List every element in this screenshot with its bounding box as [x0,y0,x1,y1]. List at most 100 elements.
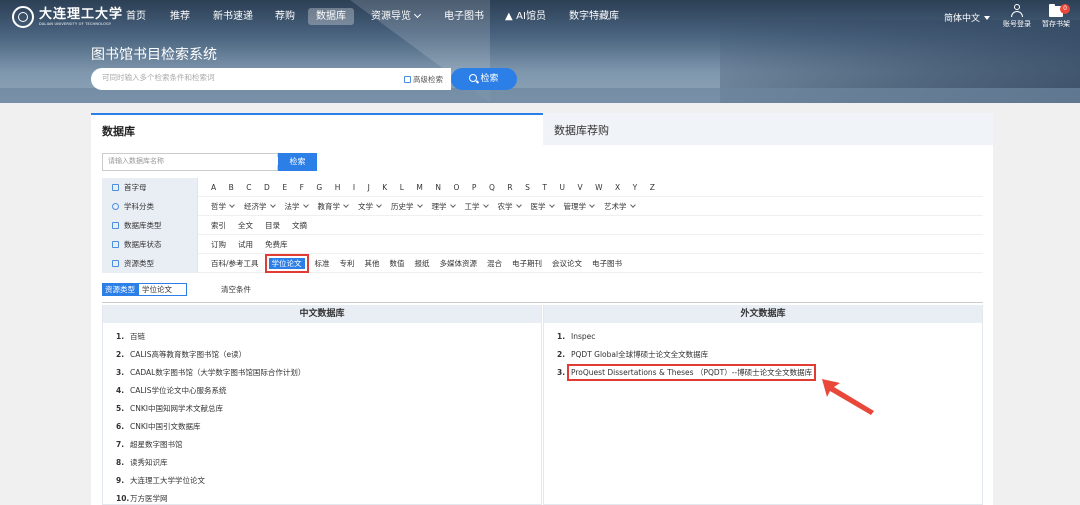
list-item-title[interactable]: 读秀知识库 [130,458,168,467]
subject-option[interactable]: 哲学 [211,202,235,211]
nav-item-home[interactable]: 首页 [126,9,146,25]
list-item[interactable]: 7. 超星数字图书馆 [116,437,541,455]
initial-option[interactable]: F [300,183,304,192]
subject-option[interactable]: 历史学 [391,202,423,211]
language-selector[interactable]: 简体中文 [944,11,991,24]
resource-type-option[interactable]: 百科/参考工具 [211,259,259,268]
university-logo[interactable]: 大连理工大学 DALIAN UNIVERSITY OF TECHNOLOGY [12,6,123,28]
list-item-title[interactable]: 超星数字图书馆 [130,440,183,449]
list-item[interactable]: 6. CNKI中国引文数据库 [116,419,541,437]
list-item[interactable]: 9. 大连理工大学学位论文 [116,473,541,491]
list-item[interactable]: 4. CALIS学位论文中心服务系统 [116,383,541,401]
nav-item-digital-collection[interactable]: 数字特藏库 [569,9,619,25]
catalog-search-button[interactable]: 检索 [451,68,517,90]
initial-option[interactable]: Z [650,183,655,192]
db-search-input[interactable] [108,157,278,165]
resource-type-option[interactable]: 会议论文 [552,259,582,268]
nav-item-resource-guide[interactable]: 资源导览 [371,9,422,25]
db-status-option[interactable]: 试用 [238,240,253,249]
advanced-search-link[interactable]: 高级检索 [404,74,443,85]
list-item-title[interactable]: CNKI中国引文数据库 [130,422,200,431]
list-item[interactable]: 2. PQDT Global全球博硕士论文全文数据库 [557,347,982,365]
nav-item-new-books[interactable]: 新书速递 [213,9,253,25]
list-item-title[interactable]: CALIS学位论文中心服务系统 [130,386,227,395]
subject-option[interactable]: 理学 [432,202,456,211]
list-item[interactable]: 10.万方医学网 [116,491,541,505]
subject-option[interactable]: 经济学 [244,202,276,211]
nav-item-recommend[interactable]: 推荐 [170,9,190,25]
db-type-option[interactable]: 索引 [211,221,226,230]
list-item-title[interactable]: CNKI中国知网学术文献总库 [130,404,223,413]
nav-item-database[interactable]: 数据库 [308,8,354,25]
list-item[interactable]: 2. CALIS高等教育数字图书馆（e读） [116,347,541,365]
initial-option[interactable]: M [416,183,422,192]
nav-item-ai-librarian[interactable]: ▲ AI馆员 [505,9,546,25]
initial-option[interactable]: R [507,183,512,192]
initial-option[interactable]: P [472,183,477,192]
initial-option[interactable]: N [435,183,441,192]
nav-item-purchase[interactable]: 荐购 [275,9,295,25]
list-item[interactable]: 5. CNKI中国知网学术文献总库 [116,401,541,419]
list-item-title[interactable]: 百链 [130,332,145,341]
initial-option[interactable]: Y [633,183,638,192]
resource-type-option[interactable]: 标准 [315,259,330,268]
list-item-title[interactable]: PQDT Global全球博硕士论文全文数据库 [571,350,708,359]
initial-option[interactable]: O [454,183,460,192]
db-type-option[interactable]: 文摘 [292,221,307,230]
resource-type-option[interactable]: 电子图书 [592,259,622,268]
subject-option[interactable]: 教育学 [318,202,349,211]
subject-option[interactable]: 法学 [285,202,309,211]
resource-type-option[interactable]: 其他 [365,259,380,268]
subject-option[interactable]: 工学 [465,202,489,211]
resource-type-option[interactable]: 专利 [340,259,355,268]
initial-option[interactable]: V [577,183,582,192]
tab-database[interactable]: 数据库 [91,113,543,145]
initial-option[interactable]: S [525,183,530,192]
db-type-option[interactable]: 目录 [265,221,280,230]
resource-type-option[interactable]: 报纸 [415,259,430,268]
nav-item-ebooks[interactable]: 电子图书 [444,9,484,25]
list-item-title[interactable]: 万方医学网 [130,494,168,503]
catalog-search-input[interactable] [102,73,392,82]
resource-type-option[interactable]: 混合 [487,259,502,268]
initial-option[interactable]: G [316,183,322,192]
list-item-title[interactable]: Inspec [571,332,595,341]
subject-option[interactable]: 管理学 [564,202,595,211]
initial-option[interactable]: I [353,183,355,192]
db-status-option[interactable]: 免费库 [265,240,288,249]
resource-type-option[interactable]: 多媒体资源 [440,259,478,268]
initial-option[interactable]: X [615,183,620,192]
initial-option[interactable]: B [229,183,234,192]
initial-option[interactable]: H [335,183,341,192]
subject-option[interactable]: 文学 [358,202,382,211]
db-type-option[interactable]: 全文 [238,221,253,230]
resource-type-option[interactable]: 学位论文 [264,254,309,273]
initial-option[interactable]: K [382,183,387,192]
initial-option[interactable]: U [559,183,565,192]
initial-option[interactable]: E [282,183,287,192]
initial-option[interactable]: W [595,183,602,192]
list-item-title[interactable]: CALIS高等教育数字图书馆（e读） [130,350,246,359]
shelf-button[interactable]: 0 暂存书架 [1036,4,1076,29]
db-status-option[interactable]: 订购 [211,240,226,249]
condition-value[interactable]: 学位论文 [138,283,187,296]
initial-option[interactable]: T [542,183,547,192]
db-search-button[interactable]: 检索 [278,153,317,171]
initial-option[interactable]: J [368,183,370,192]
resource-type-option[interactable]: 电子期刊 [512,259,542,268]
list-item-title[interactable]: CADAL数字图书馆（大学数字图书馆国际合作计划） [130,368,305,377]
initial-option[interactable]: C [246,183,251,192]
subject-option[interactable]: 医学 [531,202,555,211]
clear-conditions-link[interactable]: 清空条件 [221,284,251,295]
initial-option[interactable]: A [211,183,216,192]
initial-option[interactable]: L [400,183,404,192]
initial-option[interactable]: D [264,183,270,192]
initial-option[interactable]: Q [489,183,495,192]
list-item[interactable]: 8. 读秀知识库 [116,455,541,473]
list-item[interactable]: 3. ProQuest Dissertations & Theses （PQDT）… [557,364,982,383]
list-item[interactable]: 1. Inspec [557,329,982,347]
resource-type-option[interactable]: 数值 [390,259,405,268]
subject-option[interactable]: 艺术学 [604,202,636,211]
list-item-title[interactable]: ProQuest Dissertations & Theses （PQDT）--… [566,364,817,381]
list-item[interactable]: 3. CADAL数字图书馆（大学数字图书馆国际合作计划） [116,365,541,383]
